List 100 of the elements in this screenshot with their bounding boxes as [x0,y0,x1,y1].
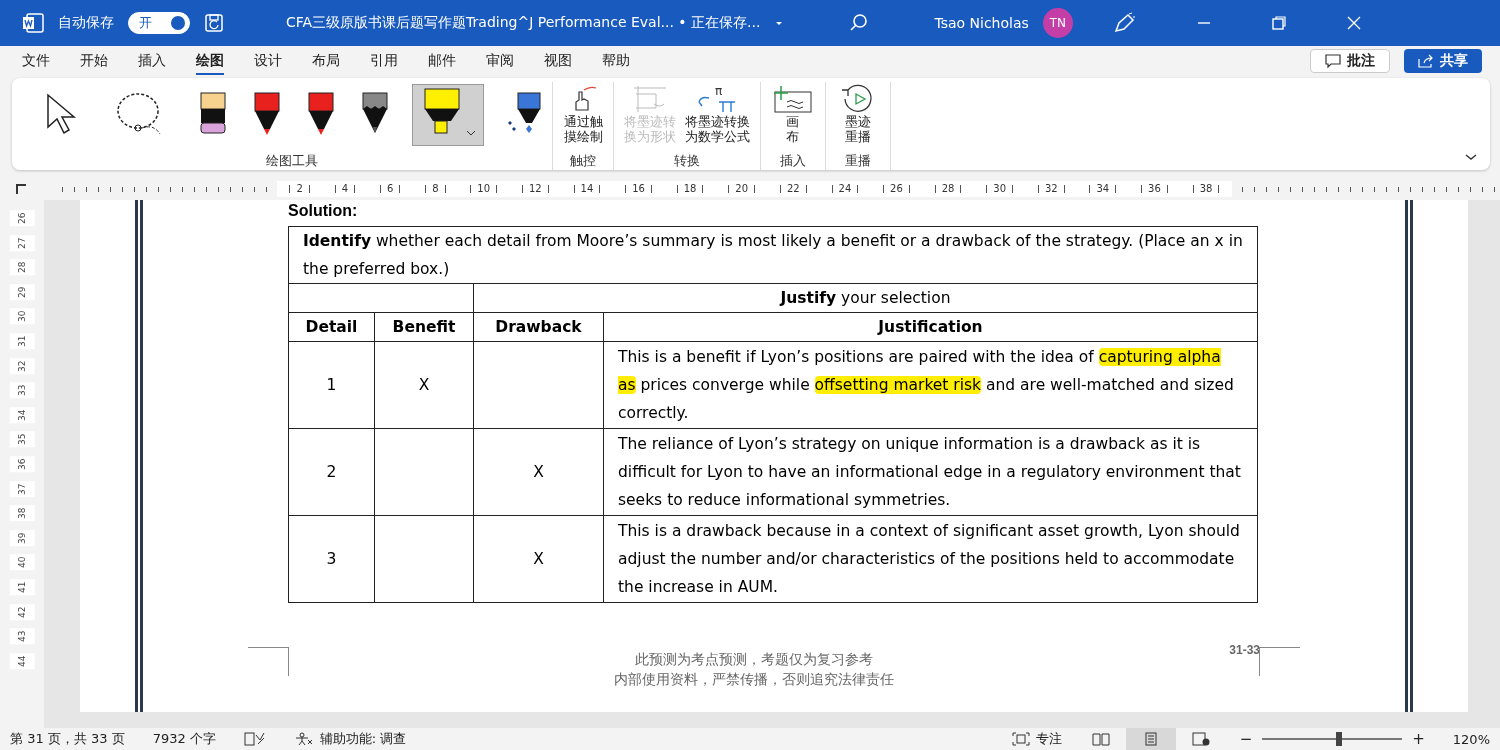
table-cell: 1 [326,376,337,394]
zoom-out-button[interactable]: − [1239,730,1253,748]
column-group-header: Justify your selection [780,289,951,307]
table-cell: X [533,463,544,481]
crop-mark [1259,647,1300,676]
zoom-slider-thumb[interactable] [1336,732,1343,746]
share-button[interactable]: 共享 [1404,49,1482,73]
group-label: 转换 [673,153,700,170]
autosave-label: 自动保存 [58,14,114,32]
ribbon-button[interactable]: 墨迹重播 [833,82,882,153]
comments-button[interactable]: 批注 [1310,49,1390,73]
ribbon-tab[interactable]: 帮助 [602,47,630,75]
ruler-number: 37 [9,480,35,497]
instruction-text: Identify whether each detail from Moore’s summary is most likely a benefit or a drawback of the strategy. (Place an x in the preferred box.) [303,232,1243,278]
focus-icon [1011,732,1030,746]
table-cell: 2 [326,463,337,481]
word-logo-icon[interactable] [22,13,44,33]
ruler-number: 33 [9,382,35,399]
ruler-number: 22 [779,185,807,193]
restore-icon[interactable] [1270,15,1287,31]
group-label: 重播 [844,153,871,170]
ribbon-tab[interactable]: 文件 [22,47,50,75]
ruler-number: 42 [9,603,35,620]
ruler-number: 6 [379,185,401,193]
ruler-number: 38 [9,505,35,522]
ribbon-tab[interactable]: 设计 [254,47,282,75]
ruler-number: 24 [831,185,859,193]
ribbon-tab[interactable]: 绘图 [196,47,224,75]
ruler-number: 4 [334,185,356,193]
ribbon-tab[interactable]: 开始 [80,47,108,75]
ruler-number: 2 [289,185,310,193]
proofing-icon[interactable] [243,732,266,746]
pen-icon[interactable] [1112,12,1137,34]
close-icon[interactable] [1345,15,1362,31]
crop-mark [248,647,289,676]
autosave-toggle[interactable]: 开 [128,12,190,34]
column-header: Drawback [495,318,582,336]
ruler-number: 32 [9,357,35,374]
page-count[interactable]: 第 31 页，共 33 页 [10,730,125,748]
user-name: Tsao Nicholas [934,15,1029,31]
justification-text: This is a drawback because in a context of significant asset growth, Lyon should adjust the number and/or characteristics of the positions held to accommodate the increase in AUM. [618,521,1241,598]
table-cell: 3 [326,550,337,568]
word-count[interactable]: 7932 个字 [152,730,216,748]
justification-text: This is a benefit if Lyon’s positions are paired with the idea of capturing alpha as prices converge while offsetting market risk and are well-matched and sized correctly. [618,347,1235,424]
ruler-number: 30 [9,308,35,325]
page-number: 31-33 [1229,643,1260,657]
ruler-number: 34 [1089,185,1117,193]
comment-icon [1325,54,1341,68]
footer-text: 内部使用资料，严禁传播，否则追究法律责任 [614,670,894,689]
ruler-number: 32 [1037,185,1065,193]
ruler-number: 14 [573,185,601,193]
ruler-number: 29 [9,284,35,301]
focus-button[interactable]: 专注 [1011,730,1062,748]
ruler-number: 20 [728,185,756,193]
ribbon-tab[interactable]: 视图 [544,47,572,75]
table-cell: X [533,550,544,568]
solution-heading: Solution: [288,201,359,221]
accessibility-status[interactable]: 辅助功能: 调查 [293,730,407,748]
ruler-number: 34 [9,407,35,424]
ruler-number: 30 [986,185,1014,193]
ruler-number: 43 [9,628,35,645]
ruler-number: 16 [625,185,652,193]
ruler-number: 18 [676,185,704,193]
ribbon-tab[interactable]: 邮件 [428,47,456,75]
user-avatar[interactable]: TN [1042,8,1073,38]
zoom-in-button[interactable]: + [1412,730,1425,748]
ruler-number: 26 [883,185,910,193]
group-label: 绘图工具 [266,153,318,170]
ruler-number: 12 [521,185,549,193]
ribbon-tab[interactable]: 审阅 [486,47,514,75]
ruler-number: 44 [9,653,35,669]
footer-text: 此预测为考点预测，考题仅为复习参考 [635,650,873,669]
accessibility-icon [293,732,314,746]
ruler-number: 38 [1192,185,1220,193]
ruler-number: 10 [470,185,498,193]
ruler-number: 41 [9,579,35,596]
ribbon-tab[interactable]: 插入 [138,47,166,75]
document-title: CFA三级原版书课后题写作题Trading^J Performance Eval... • 正在保存... [286,14,761,32]
ribbon-button[interactable]: 通过触摸绘制 [561,82,605,153]
ruler-number: 39 [9,530,35,546]
group-label: 触控 [570,153,596,170]
ruler-number: 40 [9,554,35,571]
collapse-ribbon-icon[interactable] [1464,152,1478,162]
ruler-number: 28 [9,259,35,276]
zoom-level[interactable]: 120% [1452,731,1490,747]
ribbon-tab[interactable]: 布局 [312,47,340,75]
ribbon-tab[interactable]: 引用 [370,47,398,75]
book-icon [1090,732,1111,746]
ruler-number: 27 [9,234,35,251]
highlighter-tool-icon[interactable] [412,84,484,146]
web-page-icon [1190,732,1211,746]
ruler-number: 26 [9,210,35,227]
tab-selector[interactable] [16,184,26,194]
save-icon[interactable] [204,13,226,33]
ribbon-button[interactable]: 画布 [768,82,817,153]
ruler-number: 36 [1141,185,1168,193]
ribbon-button[interactable]: π 将墨迹转换为数学公式 [682,82,752,153]
column-header: Justification [878,318,983,336]
ruler-number: 36 [9,456,35,473]
ruler-number: 35 [9,431,35,448]
